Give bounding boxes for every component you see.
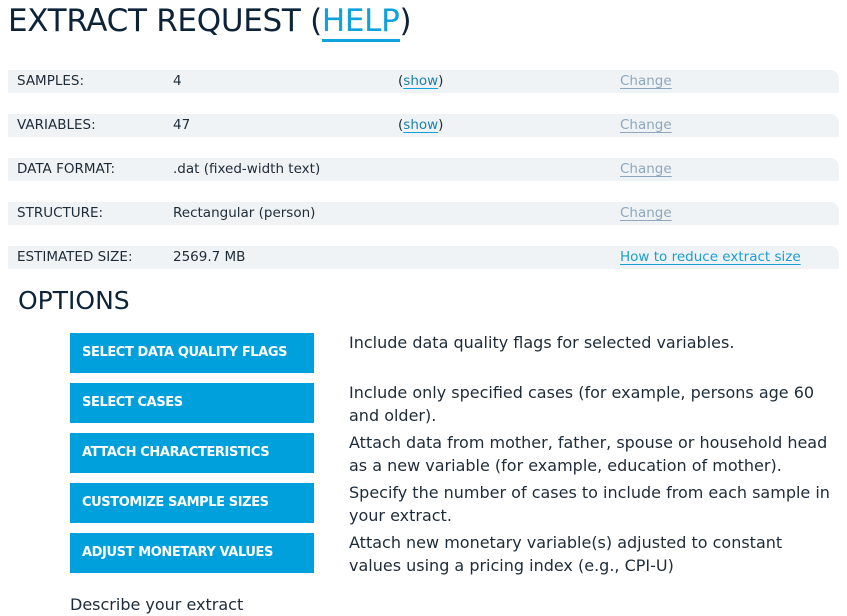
select-data-quality-flags-button[interactable]: SELECT DATA QUALITY FLAGS [70, 333, 314, 373]
samples-label: SAMPLES: [17, 73, 85, 89]
estimated-size-value: 2569.7 MB [173, 249, 246, 265]
reduce-extract-size-link[interactable]: How to reduce extract size [620, 246, 801, 269]
data-quality-flags-description: Include data quality flags for selected … [349, 333, 735, 352]
structure-value: Rectangular (person) [173, 205, 316, 221]
samples-change-link[interactable]: Change [620, 70, 672, 93]
summary-row-samples: SAMPLES: 4 (show) Change [8, 70, 839, 93]
estimated-size-label: ESTIMATED SIZE: [17, 249, 133, 265]
customize-sample-sizes-description: Specify the number of cases to include f… [349, 483, 830, 525]
customize-sample-sizes-button[interactable]: CUSTOMIZE SAMPLE SIZES [70, 483, 314, 523]
samples-value: 4 [173, 73, 182, 89]
data-format-label: DATA FORMAT: [17, 161, 115, 177]
summary-row-estimated-size: ESTIMATED SIZE: 2569.7 MB How to reduce … [8, 246, 839, 269]
select-cases-button[interactable]: SELECT CASES [70, 383, 314, 423]
adjust-monetary-values-button[interactable]: ADJUST MONETARY VALUES [70, 533, 314, 573]
data-format-change-link[interactable]: Change [620, 158, 672, 181]
structure-change-link[interactable]: Change [620, 202, 672, 225]
options-title: OPTIONS [18, 286, 130, 315]
select-cases-description: Include only specified cases (for exampl… [349, 383, 815, 425]
variables-change-link[interactable]: Change [620, 114, 672, 137]
page-title-text: EXTRACT REQUEST [8, 3, 301, 39]
paren-close: ) [438, 117, 444, 133]
data-format-value: .dat (fixed-width text) [173, 161, 321, 177]
paren-close: ) [399, 3, 412, 39]
page-title: EXTRACT REQUEST (HELP) [8, 0, 412, 42]
describe-extract-label: Describe your extract [70, 595, 244, 614]
paren-open: ( [300, 3, 322, 39]
variables-label: VARIABLES: [17, 117, 96, 133]
variables-show-wrap: (show) [398, 114, 443, 137]
structure-label: STRUCTURE: [17, 205, 104, 221]
attach-characteristics-button[interactable]: ATTACH CHARACTERISTICS [70, 433, 314, 473]
variables-show-link[interactable]: show [403, 117, 438, 133]
samples-show-wrap: (show) [398, 70, 443, 93]
summary-row-structure: STRUCTURE: Rectangular (person) Change [8, 202, 839, 225]
adjust-monetary-values-description: Attach new monetary variable(s) adjusted… [349, 533, 783, 575]
attach-characteristics-description: Attach data from mother, father, spouse … [349, 433, 828, 475]
samples-show-link[interactable]: show [403, 73, 438, 89]
summary-row-data-format: DATA FORMAT: .dat (fixed-width text) Cha… [8, 158, 839, 181]
variables-value: 47 [173, 117, 191, 133]
help-link[interactable]: HELP [321, 3, 400, 42]
paren-close: ) [438, 73, 444, 89]
summary-row-variables: VARIABLES: 47 (show) Change [8, 114, 839, 137]
